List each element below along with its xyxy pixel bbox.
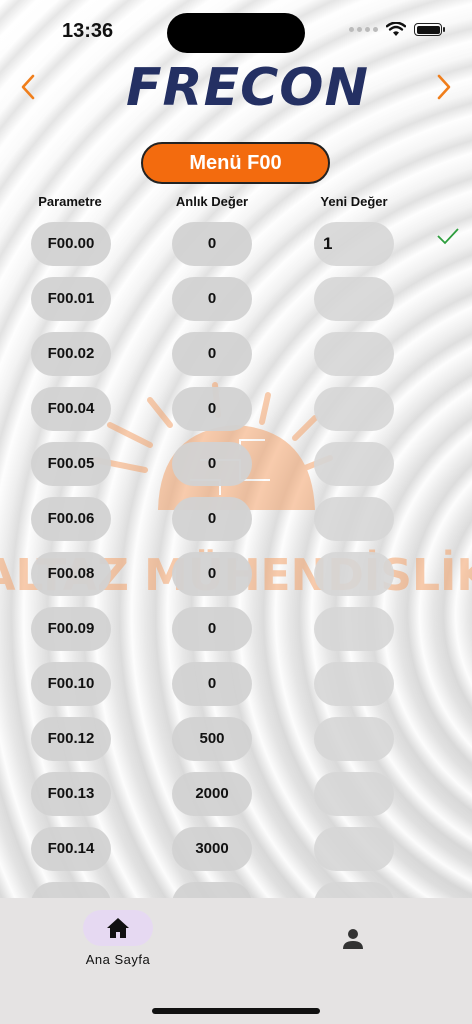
new-value-input[interactable] [314,662,394,706]
parameter-code: F00.06 [31,497,111,541]
new-value-input[interactable] [314,442,394,486]
parameter-code: F00.00 [31,222,111,266]
current-value: 3000 [172,882,252,898]
frecon-logo: FRECON [126,58,369,118]
header-parameter: Parametre [38,194,102,209]
parameter-list[interactable]: F00.00 0 1 F00.01 0 F00.02 0 F00.04 0 F0… [0,222,472,898]
forward-arrow-icon[interactable] [429,70,459,104]
table-row: F00.10 0 [0,662,472,706]
current-value: 0 [172,222,252,266]
table-row: F00.04 0 [0,387,472,431]
parameter-code: F00.01 [31,277,111,321]
new-value-input[interactable] [314,277,394,321]
table-row: F00.14 3000 [0,827,472,871]
table-row: F00.13 2000 [0,772,472,816]
parameter-code: F00.10 [31,662,111,706]
current-value: 0 [172,277,252,321]
current-value: 3000 [172,827,252,871]
wifi-icon [386,22,406,36]
header-current-value: Anlık Değer [175,194,249,209]
menu-title-button[interactable]: Menü F00 [141,142,330,184]
back-arrow-icon[interactable] [13,70,43,104]
parameter-code: F00.05 [31,442,111,486]
new-value-input[interactable]: 1 [314,222,394,266]
parameter-code: F00.02 [31,332,111,376]
home-indicator [152,1008,320,1014]
current-value: 0 [172,607,252,651]
table-row: F00.01 0 [0,277,472,321]
new-value-input[interactable] [314,552,394,596]
new-value-input[interactable] [314,607,394,651]
new-value-input[interactable] [314,772,394,816]
table-row: F00.09 0 [0,607,472,651]
new-value-input[interactable] [314,827,394,871]
parameter-code: F00.04 [31,387,111,431]
current-value: 0 [172,662,252,706]
check-icon[interactable] [436,224,460,248]
table-row: F00.00 0 1 [0,222,472,266]
new-value-input[interactable] [314,882,394,898]
new-value-input[interactable] [314,497,394,541]
status-time: 13:36 [62,20,114,42]
table-row: F00.06 0 [0,497,472,541]
current-value: 500 [172,717,252,761]
parameter-code: F00.08 [31,552,111,596]
bottom-tab-bar: Ana Sayfa [0,898,472,1024]
current-value: 0 [172,332,252,376]
parameter-code: F00.13 [31,772,111,816]
current-value: 2000 [172,772,252,816]
parameter-code: F00.15 [31,882,111,898]
person-icon[interactable] [340,926,366,952]
dynamic-island [167,13,305,53]
tab-home[interactable] [83,910,153,946]
signal-icon [349,27,378,32]
current-value: 0 [172,552,252,596]
tab-home-label: Ana Sayfa [85,952,151,967]
table-row: F00.12 500 [0,717,472,761]
table-row: F00.05 0 [0,442,472,486]
header-new-value: Yeni Değer [320,194,388,209]
home-icon [107,918,129,938]
current-value: 0 [172,497,252,541]
new-value-input[interactable] [314,717,394,761]
parameter-code: F00.09 [31,607,111,651]
parameter-code: F00.14 [31,827,111,871]
status-icons [349,22,445,37]
column-headers: Parametre Anlık Değer Yeni Değer [0,194,472,214]
parameter-code: F00.12 [31,717,111,761]
new-value-input[interactable] [314,387,394,431]
table-row: F00.08 0 [0,552,472,596]
current-value: 0 [172,442,252,486]
new-value-input[interactable] [314,332,394,376]
status-bar: 13:36 [0,0,472,60]
table-row: F00.15 3000 [0,882,472,898]
table-row: F00.02 0 [0,332,472,376]
current-value: 0 [172,387,252,431]
battery-icon [414,23,445,36]
